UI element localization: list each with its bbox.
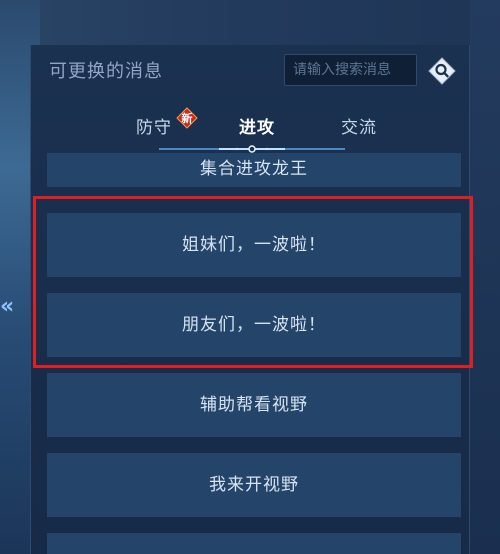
new-badge-label: 新 — [182, 111, 193, 125]
double-chevron-left-icon[interactable]: « — [0, 292, 16, 322]
list-item[interactable]: 集合进攻龙王 — [47, 153, 461, 187]
list-item[interactable]: 我来开视野 — [47, 453, 461, 517]
game-background-right — [470, 0, 500, 554]
list-item[interactable]: 辅助帮看视野 — [47, 373, 461, 437]
panel-header: 可更换的消息 — [31, 45, 471, 97]
tab-bar: 防守 新 进攻 交流 — [31, 105, 471, 153]
tab-attack[interactable]: 进攻 — [239, 113, 275, 138]
new-badge-icon: 新 — [176, 107, 198, 129]
search-icon — [428, 57, 456, 85]
list-item[interactable]: 姐妹们，一波啦！ — [47, 213, 461, 277]
tab-chat[interactable]: 交流 — [341, 113, 377, 138]
game-background-top — [0, 0, 500, 45]
search-input[interactable] — [284, 54, 417, 86]
message-list[interactable]: 集合进攻龙王 姐妹们，一波啦！ 朋友们，一波啦！ 辅助帮看视野 我来开视野 — [47, 153, 463, 554]
message-panel: 可更换的消息 防守 新 进攻 交流 集合进攻龙王 — [30, 45, 470, 554]
list-item[interactable] — [47, 533, 461, 554]
list-item[interactable]: 朋友们，一波啦！ — [47, 293, 461, 357]
search-button[interactable] — [427, 56, 457, 86]
tab-defense[interactable]: 防守 — [136, 113, 172, 138]
panel-title: 可更换的消息 — [49, 61, 163, 82]
